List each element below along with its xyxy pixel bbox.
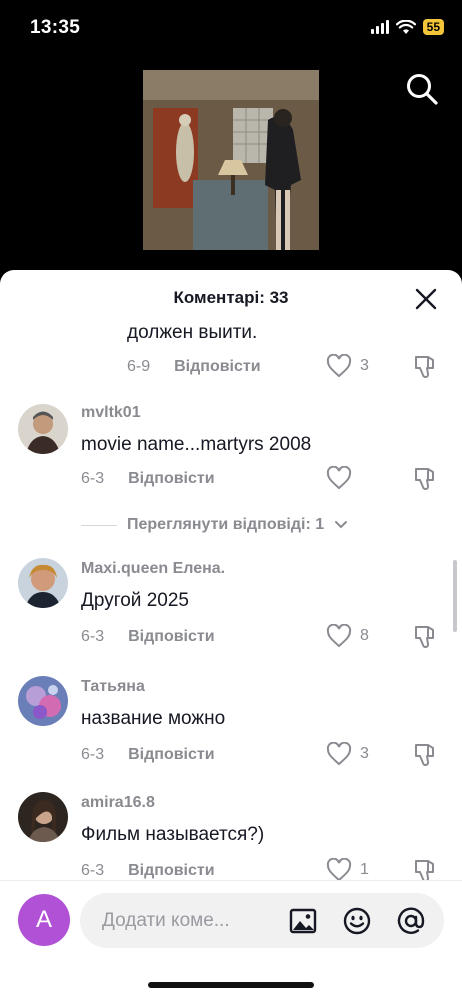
dislike-icon[interactable] xyxy=(412,858,438,880)
reply-button[interactable]: Відповісти xyxy=(128,470,214,488)
mention-icon[interactable] xyxy=(396,906,426,936)
status-bar: 13:35 55 xyxy=(0,0,462,56)
reply-button[interactable]: Відповісти xyxy=(174,358,260,376)
wifi-icon xyxy=(395,19,416,34)
scrollbar[interactable] xyxy=(453,560,457,632)
comment-text: movie name...martyrs 2008 xyxy=(81,434,312,455)
comment-text: Фильм называется?) xyxy=(81,824,265,845)
reply-button[interactable]: Відповісти xyxy=(128,746,214,764)
comments-count-title: Коментарі: 33 xyxy=(173,288,289,307)
heart-icon xyxy=(326,624,352,648)
comment-input-bar: A xyxy=(0,880,462,1000)
avatar[interactable] xyxy=(18,792,68,842)
comment-input-container[interactable] xyxy=(80,893,444,948)
view-replies-button[interactable]: Переглянути відповіді: 1 xyxy=(81,516,348,534)
comment-date: 6-3 xyxy=(81,470,105,487)
view-replies-label: Переглянути відповіді: 1 xyxy=(127,516,325,533)
like-button[interactable] xyxy=(326,466,360,490)
dislike-icon[interactable] xyxy=(412,354,438,380)
comment-username[interactable]: amira16.8 xyxy=(81,794,155,812)
comment-username[interactable]: Татьяна xyxy=(81,678,145,696)
heart-icon xyxy=(326,742,352,766)
comment-date: 6-3 xyxy=(81,862,105,879)
comment-text: Другой 2025 xyxy=(81,590,189,611)
like-count: 8 xyxy=(360,627,369,644)
like-count: 3 xyxy=(360,357,369,374)
comment-date: 6-3 xyxy=(81,746,105,763)
comment-input[interactable] xyxy=(102,893,272,948)
like-count: 3 xyxy=(360,745,369,762)
signal-icon xyxy=(370,20,389,34)
comment-date: 6-9 xyxy=(127,358,151,375)
search-icon[interactable] xyxy=(404,71,440,107)
comment-meta: 6-3 Відповісти xyxy=(81,628,215,646)
comment-username[interactable]: Maxi.queen Елена. xyxy=(81,560,225,578)
heart-icon xyxy=(326,354,352,378)
emoji-icon[interactable] xyxy=(342,906,372,936)
battery-indicator: 55 xyxy=(422,19,444,35)
comment-date: 6-3 xyxy=(81,628,105,645)
image-icon[interactable] xyxy=(288,906,318,936)
avatar[interactable] xyxy=(18,676,68,726)
like-button[interactable]: 3 xyxy=(326,742,369,766)
video-area[interactable] xyxy=(0,56,462,270)
like-button[interactable]: 3 xyxy=(326,354,369,378)
like-button[interactable]: 8 xyxy=(326,624,369,648)
comment-username[interactable]: mvltk01 xyxy=(81,404,141,422)
avatar[interactable] xyxy=(18,404,68,454)
video-thumbnail[interactable] xyxy=(143,70,319,250)
like-button[interactable]: 1 xyxy=(326,858,369,880)
comment-meta: 6-9 Відповісти xyxy=(127,358,261,376)
my-avatar[interactable]: A xyxy=(18,894,70,946)
status-time: 13:35 xyxy=(30,17,81,38)
like-count: 1 xyxy=(360,861,369,878)
reply-button[interactable]: Відповісти xyxy=(128,862,214,880)
heart-icon xyxy=(326,858,352,880)
heart-icon xyxy=(326,466,352,490)
dislike-icon[interactable] xyxy=(412,742,438,768)
comment-meta: 6-3 Відповісти xyxy=(81,862,215,880)
reply-button[interactable]: Відповісти xyxy=(128,628,214,646)
comments-list[interactable]: должен выити. 6-9 Відповісти 3 mvltk01 m… xyxy=(0,310,462,880)
comment-meta: 6-3 Відповісти xyxy=(81,470,215,488)
close-icon[interactable] xyxy=(414,287,438,311)
chevron-down-icon xyxy=(335,521,348,529)
comment-text: должен выити. xyxy=(127,322,258,343)
dislike-icon[interactable] xyxy=(412,466,438,492)
avatar[interactable] xyxy=(18,558,68,608)
dislike-icon[interactable] xyxy=(412,624,438,650)
divider xyxy=(81,524,117,526)
comment-text: название можно xyxy=(81,708,226,729)
status-indicators: 55 xyxy=(370,19,444,35)
home-indicator xyxy=(148,982,314,988)
comment-meta: 6-3 Відповісти xyxy=(81,746,215,764)
